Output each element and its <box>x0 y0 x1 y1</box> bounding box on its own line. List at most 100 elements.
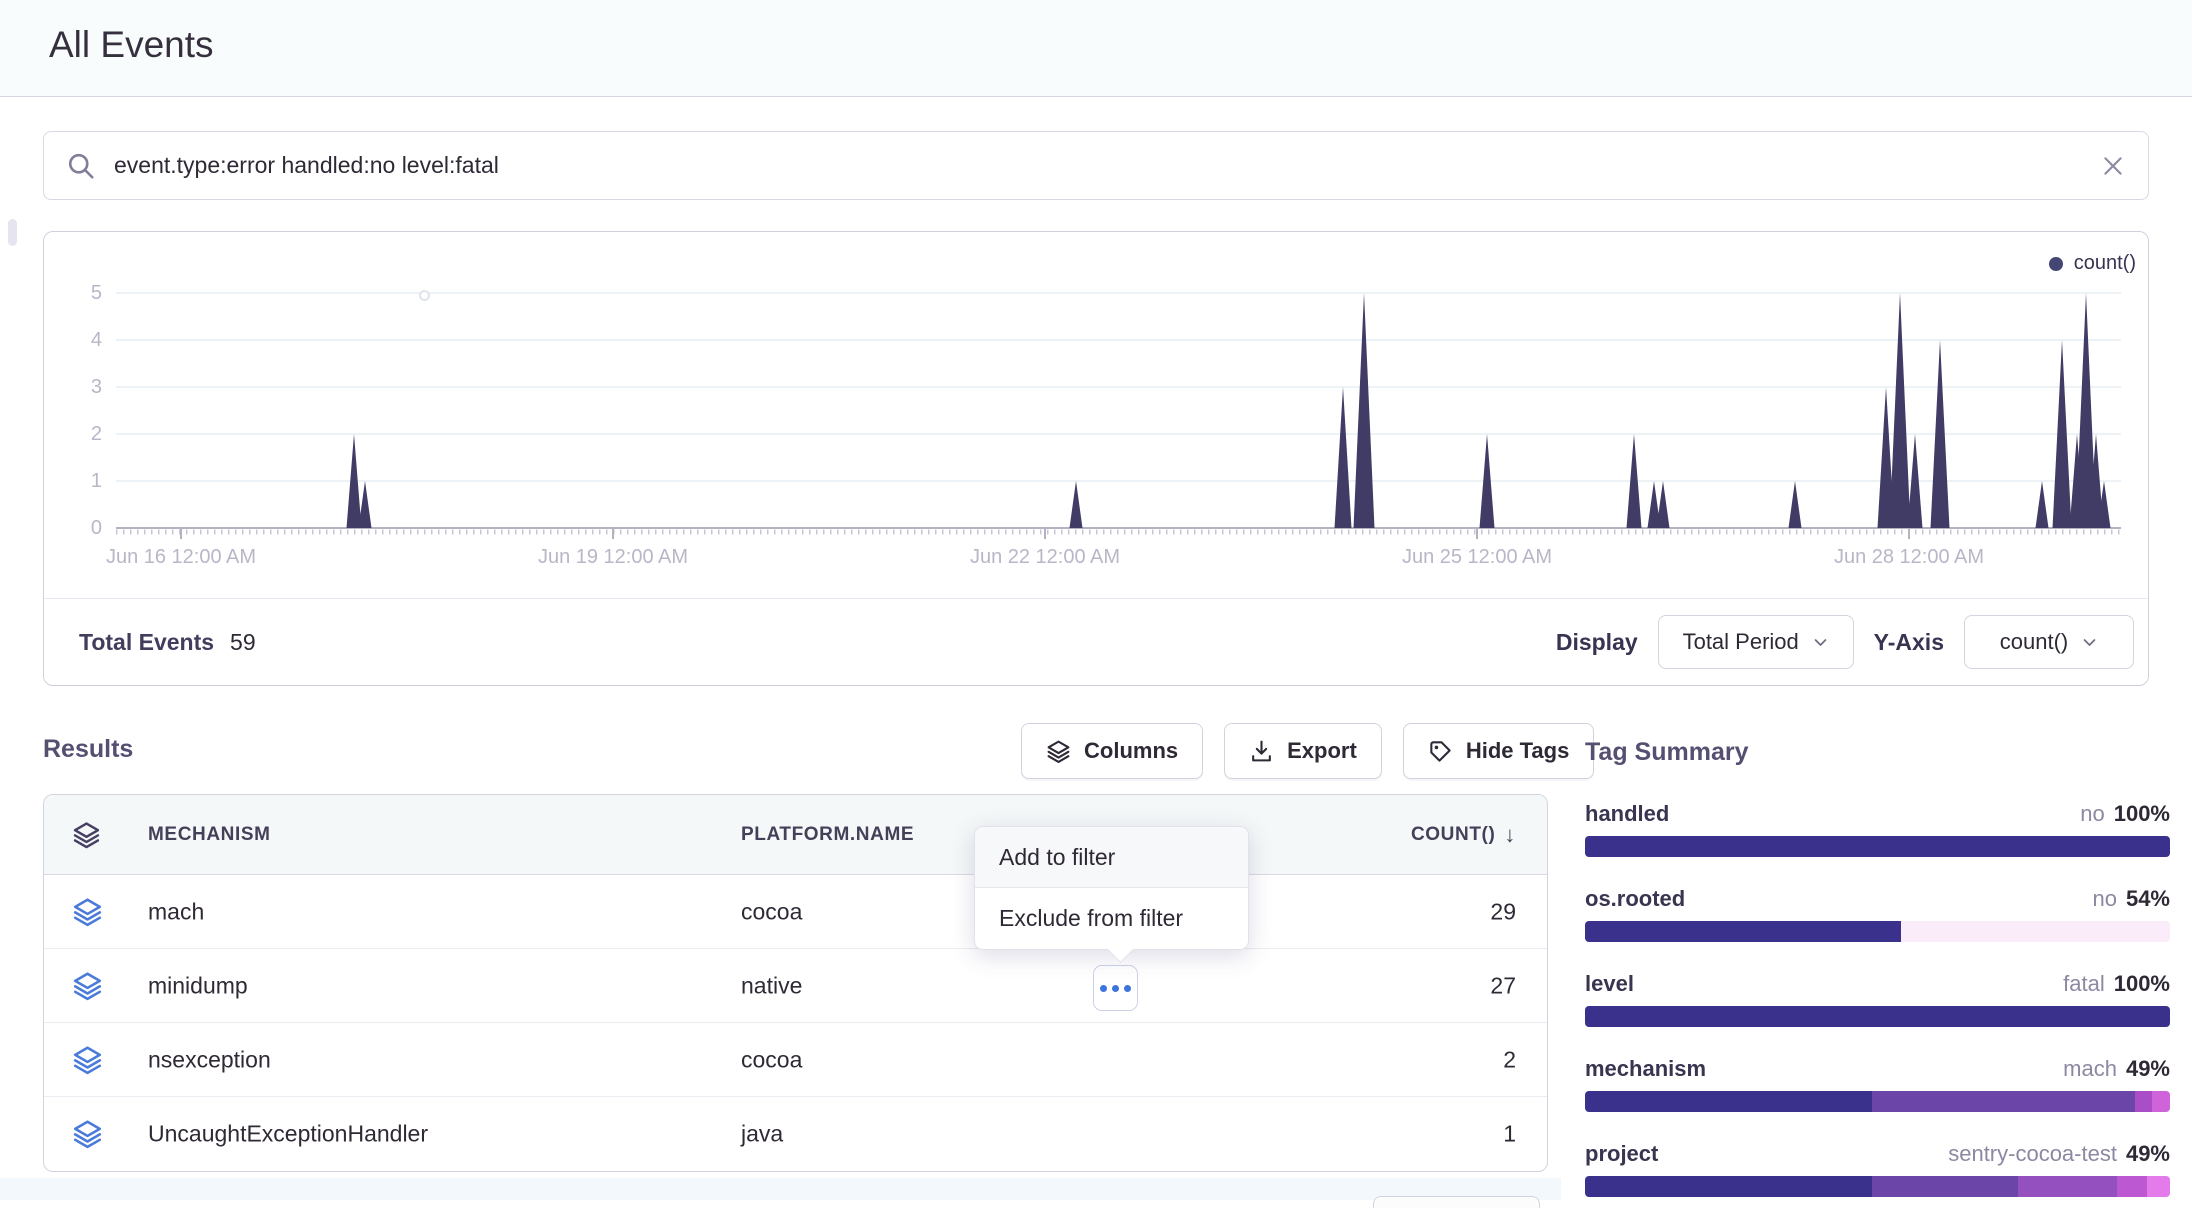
cell-platform[interactable]: cocoa <box>741 898 802 925</box>
tag-bar-segment <box>1585 1091 1872 1112</box>
tag-top-percent: 49% <box>2126 1141 2170 1167</box>
chevron-down-icon <box>2081 634 2098 651</box>
total-events: Total Events 59 <box>79 629 256 656</box>
clear-search-icon[interactable] <box>2100 153 2126 179</box>
table-row: mach cocoa 29 <box>44 875 1547 949</box>
search-input[interactable]: event.type:error handled:no level:fatal <box>114 152 2082 179</box>
search-bar[interactable]: event.type:error handled:no level:fatal <box>43 131 2149 200</box>
y-axis-tick-label: 3 <box>56 374 102 400</box>
top-header-bar: All Events <box>0 0 2192 97</box>
layers-icon <box>72 1119 103 1150</box>
cell-count[interactable]: 2 <box>1503 1046 1516 1073</box>
tag-summary-title: Tag Summary <box>1585 738 2170 767</box>
x-axis-tick-label: Jun 25 12:00 AM <box>1402 546 1552 569</box>
tag-entry: level fatal 100% <box>1585 971 2170 1027</box>
menu-item-add-to-filter[interactable]: Add to filter <box>975 827 1248 888</box>
yaxis-label: Y-Axis <box>1874 629 1944 656</box>
cell-platform[interactable]: native <box>741 972 802 999</box>
tag-distribution-bar[interactable] <box>1585 1006 2170 1027</box>
tag-top-percent: 100% <box>2114 971 2170 997</box>
page-bottom-band <box>0 1178 1561 1200</box>
x-axis-tick-label: Jun 22 12:00 AM <box>970 546 1120 569</box>
export-button[interactable]: Export <box>1224 723 1382 779</box>
display-label: Display <box>1556 629 1638 656</box>
x-axis-tick-label: Jun 19 12:00 AM <box>538 546 688 569</box>
tag-top-values: fatal 100% <box>2063 971 2170 997</box>
tag-bar-segment <box>1585 1006 2170 1027</box>
tag-top-value: mach <box>2063 1056 2117 1082</box>
layers-icon <box>72 970 103 1001</box>
chart-legend[interactable]: count() <box>2049 252 2136 275</box>
column-header-count[interactable]: COUNT() ↓ <box>1411 822 1516 848</box>
events-chart[interactable] <box>116 282 2121 544</box>
tag-distribution-bar[interactable] <box>1585 1091 2170 1112</box>
tag-bar-segment <box>1585 1176 1872 1197</box>
tag-bar-segment <box>2135 1091 2153 1112</box>
column-header-mechanism[interactable]: MECHANISM <box>148 824 271 846</box>
table-row: nsexception cocoa 2 <box>44 1023 1547 1097</box>
tag-label-row: mechanismmach49% <box>1585 1056 2170 1082</box>
yaxis-select-value: count() <box>2000 629 2068 655</box>
tag-name: handled <box>1585 801 1669 827</box>
tag-label-row: level fatal 100% <box>1585 971 2170 997</box>
legend-label: count() <box>2074 252 2136 275</box>
cell-actions-context-menu: Add to filter Exclude from filter <box>974 826 1249 950</box>
tag-distribution-bar[interactable] <box>1585 921 2170 942</box>
sort-desc-icon: ↓ <box>1504 822 1516 848</box>
cell-platform[interactable]: cocoa <box>741 1046 802 1073</box>
cell-mechanism[interactable]: mach <box>148 898 204 925</box>
results-title: Results <box>43 735 133 764</box>
tag-name: mechanism <box>1585 1056 1706 1082</box>
cell-count[interactable]: 29 <box>1490 898 1516 925</box>
x-axis-tick-label: Jun 16 12:00 AM <box>106 546 256 569</box>
table-row: minidump native 27 <box>44 949 1547 1023</box>
results-toolbar: Columns Export Hide Tags <box>1021 723 1594 779</box>
events-chart-panel: count() 0 1 2 3 4 5 Jun 16 12:00 AM Jun 19 12:… <box>43 231 2149 686</box>
cell-count[interactable]: 1 <box>1503 1121 1516 1148</box>
tag-entry: handledno100% <box>1585 801 2170 857</box>
stack-icon <box>72 820 101 849</box>
tag-label-row: projectsentry-cocoa-test49% <box>1585 1141 2170 1167</box>
cell-mechanism[interactable]: UncaughtExceptionHandler <box>148 1121 428 1148</box>
tag-entry: projectsentry-cocoa-test49% <box>1585 1141 2170 1197</box>
tag-top-values: no54% <box>2092 886 2170 912</box>
tag-summary: Tag Summary handledno100%os.rootedno54%l… <box>1585 738 2170 1208</box>
cell-platform[interactable]: java <box>741 1121 783 1148</box>
y-axis-tick-label: 1 <box>56 468 102 494</box>
search-icon <box>66 151 96 181</box>
drag-handle[interactable] <box>8 219 17 246</box>
columns-button[interactable]: Columns <box>1021 723 1203 779</box>
page-title: All Events <box>49 24 214 66</box>
total-events-label: Total Events <box>79 629 214 656</box>
cell-count[interactable]: 27 <box>1490 972 1516 999</box>
cell-mechanism[interactable]: minidump <box>148 972 248 999</box>
layers-icon <box>72 1044 103 1075</box>
tag-entry: mechanismmach49% <box>1585 1056 2170 1112</box>
y-axis-tick-label: 5 <box>56 280 102 306</box>
decorative-dot <box>419 290 430 301</box>
cell-mechanism[interactable]: nsexception <box>148 1046 271 1073</box>
y-axis-tick-label: 0 <box>56 515 102 541</box>
hide-tags-button[interactable]: Hide Tags <box>1403 723 1595 779</box>
tag-bar-segment <box>1901 921 2170 942</box>
yaxis-select[interactable]: count() <box>1964 615 2134 669</box>
ellipsis-dot <box>1124 985 1131 992</box>
tag-bar-segment <box>1872 1091 2135 1112</box>
y-axis-tick-label: 2 <box>56 421 102 447</box>
menu-item-exclude-from-filter[interactable]: Exclude from filter <box>975 888 1248 949</box>
y-axis-tick-label: 4 <box>56 327 102 353</box>
display-select[interactable]: Total Period <box>1658 615 1854 669</box>
download-icon <box>1249 739 1274 764</box>
tag-name: level <box>1585 971 1634 997</box>
columns-button-label: Columns <box>1084 738 1178 764</box>
row-actions-button[interactable] <box>1093 965 1138 1011</box>
chart-controls: Display Total Period Y-Axis count() <box>1556 615 2134 669</box>
column-header-platform-name[interactable]: PLATFORM.NAME <box>741 824 914 846</box>
tag-distribution-bar[interactable] <box>1585 1176 2170 1197</box>
tag-top-value: no <box>2092 886 2116 912</box>
tag-top-value: fatal <box>2063 971 2105 997</box>
pagination-button[interactable] <box>1373 1196 1540 1208</box>
total-events-value: 59 <box>230 629 256 656</box>
x-axis-tick-label: Jun 28 12:00 AM <box>1834 546 1984 569</box>
tag-distribution-bar[interactable] <box>1585 836 2170 857</box>
